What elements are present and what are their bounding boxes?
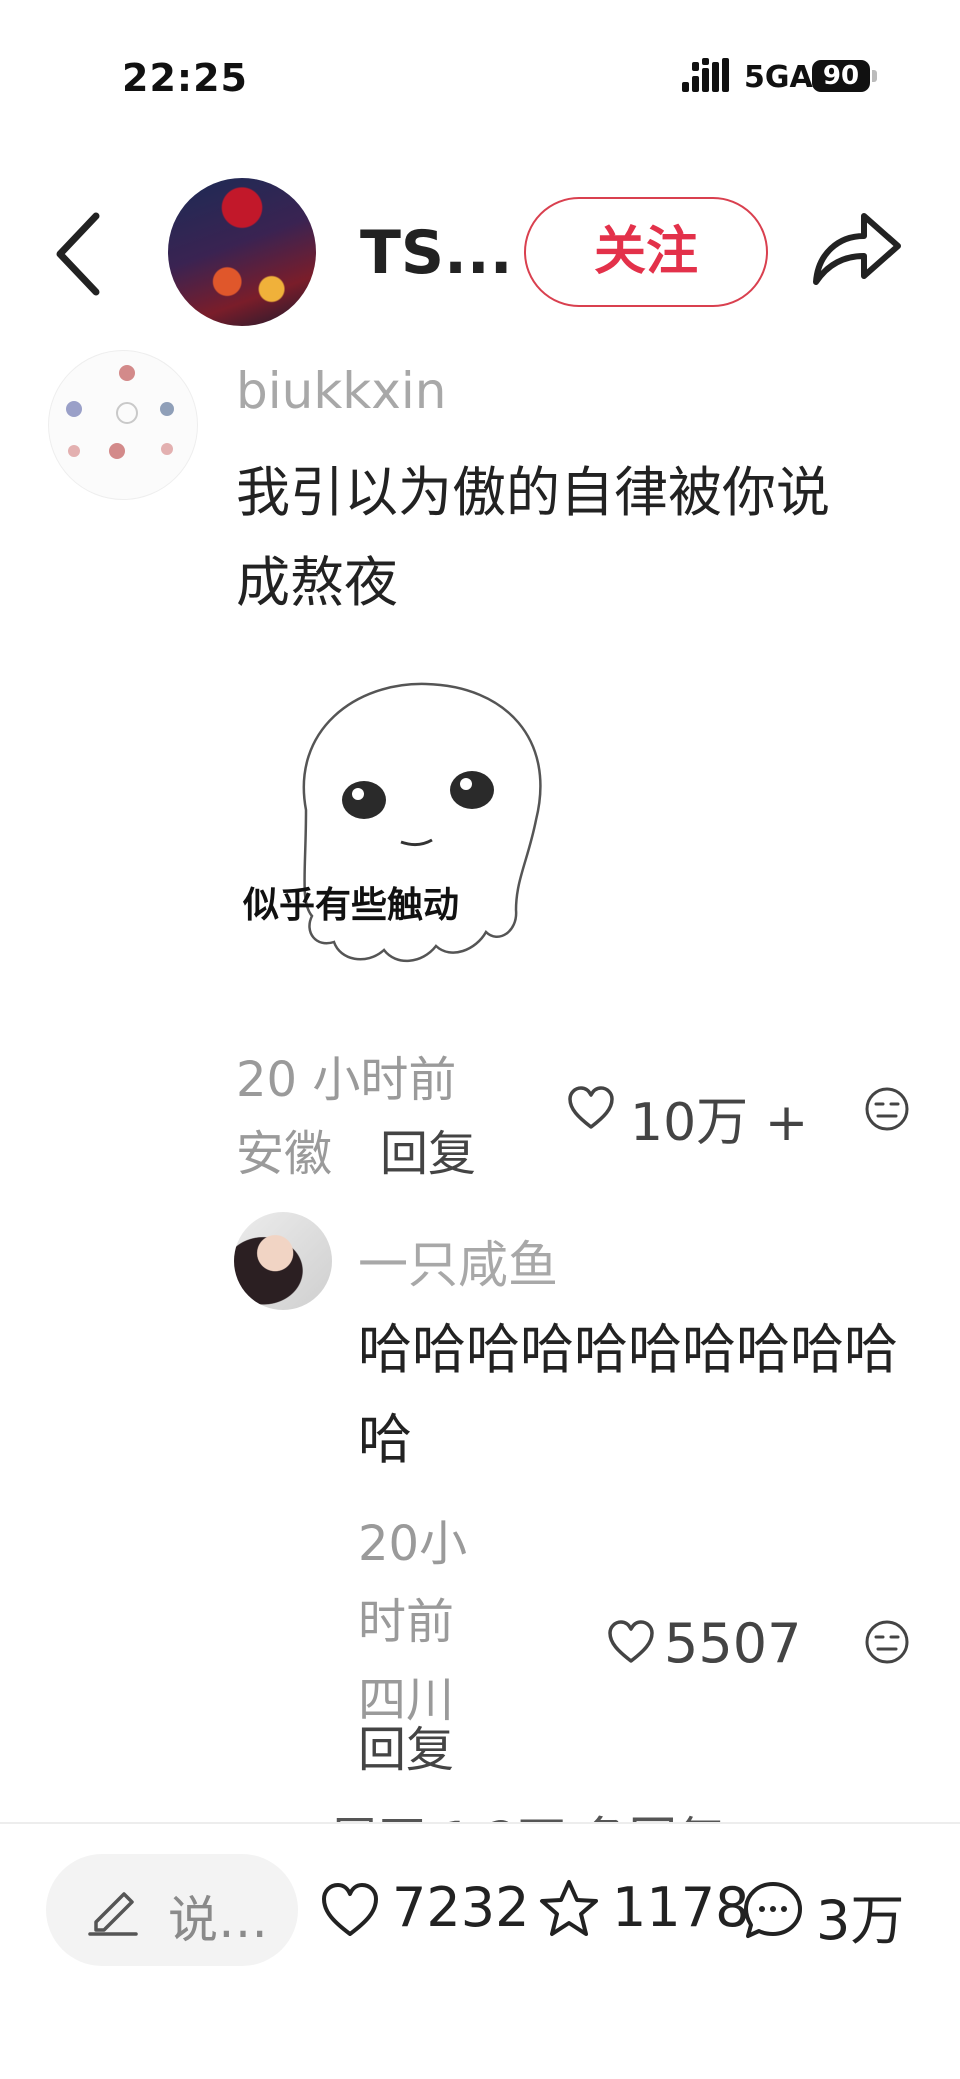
comment-like-count: 10万 + — [630, 1093, 809, 1153]
expand-replies-link[interactable]: 展开 1.2万 条回复 — [330, 1800, 930, 1822]
battery-nub — [872, 70, 877, 82]
comment-bubble-icon[interactable] — [742, 1880, 804, 1940]
heart-icon[interactable] — [320, 1882, 380, 1938]
ghost-sticker-image[interactable] — [236, 670, 596, 990]
meh-face-icon[interactable] — [864, 1086, 910, 1132]
reply-reply-button[interactable]: 回复 — [358, 1710, 454, 1780]
comment-time: 20 小时前 — [236, 1052, 457, 1108]
heart-icon[interactable] — [566, 1085, 616, 1131]
reply-like-count: 5507 — [664, 1612, 802, 1675]
comment-location: 安徽 — [236, 1126, 333, 1182]
post-favorite-count: 1178 — [612, 1876, 750, 1939]
comment-input-placeholder: 说… — [168, 1891, 268, 1949]
reply-text: 哈哈哈哈哈哈哈哈哈哈哈 — [358, 1318, 898, 1471]
meh-face-icon[interactable] — [864, 1619, 910, 1665]
comment-reply-button[interactable]: 回复 — [380, 1114, 476, 1184]
heart-icon[interactable] — [606, 1619, 656, 1665]
battery-indicator: 90 — [812, 60, 870, 92]
author-name[interactable]: TS... — [360, 218, 513, 288]
signal-icon — [682, 58, 729, 92]
commenter-avatar[interactable] — [48, 350, 198, 500]
status-time: 22:25 — [122, 56, 248, 100]
pen-icon — [88, 1892, 138, 1936]
post-like-count: 7232 — [392, 1876, 530, 1939]
reply-avatar[interactable] — [234, 1212, 332, 1310]
expand-replies-label: 展开 1.2万 条回复 — [330, 1800, 725, 1822]
commenter-username[interactable]: biukkxin — [236, 362, 446, 420]
reply-time: 20小时前 — [358, 1516, 468, 1650]
follow-button[interactable]: 关注 — [524, 197, 768, 307]
sticker-caption: 似乎有些触动 — [243, 885, 460, 926]
reply-username[interactable]: 一只咸鱼 — [358, 1225, 558, 1297]
post-comment-count: 3万 — [816, 1889, 905, 1952]
author-avatar[interactable] — [168, 178, 316, 326]
back-chevron-icon[interactable] — [50, 210, 110, 298]
share-arrow-icon[interactable] — [808, 206, 904, 290]
star-icon[interactable] — [538, 1878, 600, 1938]
network-type: 5GA — [744, 60, 813, 95]
pattern-avatar-image — [66, 365, 174, 459]
comment-text: 我引以为傲的自律被你说成熬夜 — [236, 461, 830, 614]
